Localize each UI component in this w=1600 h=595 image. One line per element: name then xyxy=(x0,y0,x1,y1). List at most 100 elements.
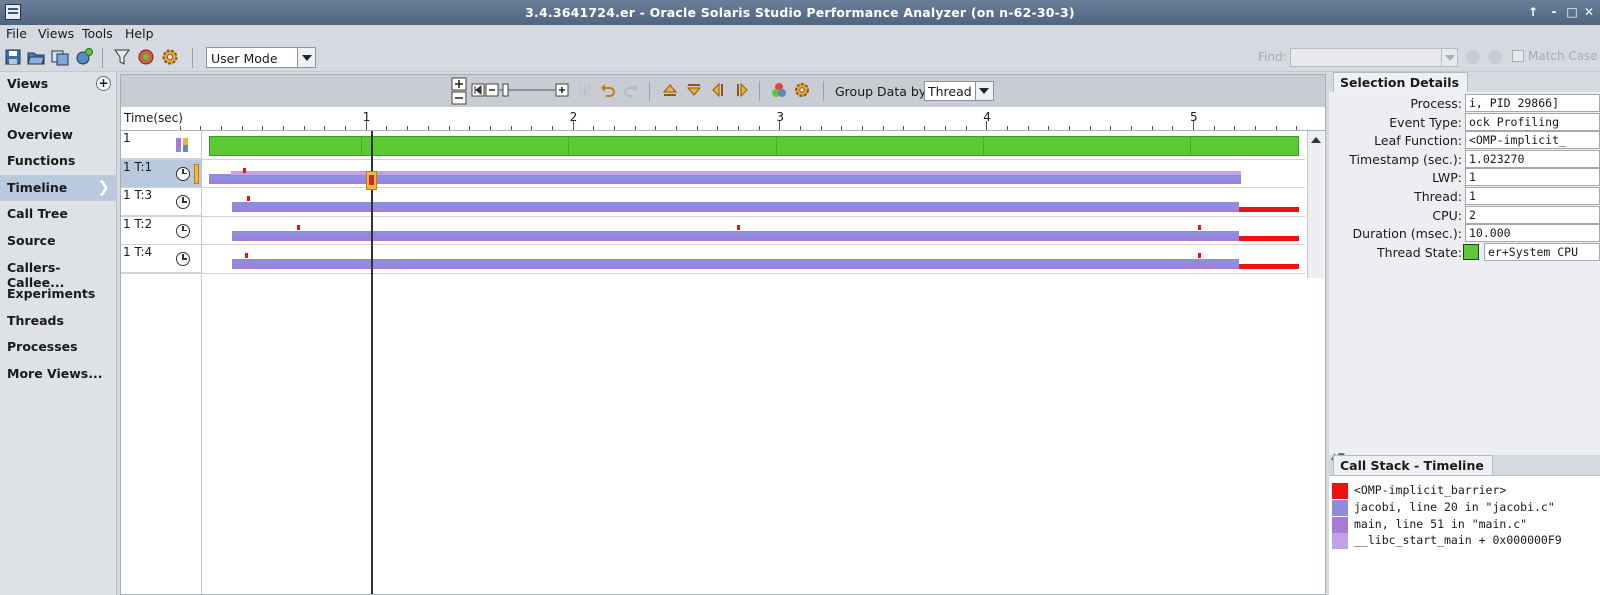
axis-tick xyxy=(986,121,988,130)
thread-callstack-bar[interactable] xyxy=(232,259,1239,270)
sidebar-item-welcome[interactable]: Welcome xyxy=(0,95,117,121)
color-chooser-icon[interactable] xyxy=(771,82,787,98)
axis-tick xyxy=(924,126,926,130)
detail-value-field[interactable]: <OMP-implicit_ xyxy=(1465,131,1600,150)
previous-event-icon[interactable] xyxy=(710,82,726,98)
thread-callstack-bar[interactable] xyxy=(209,173,1241,184)
row-label-text: 1 xyxy=(123,131,131,145)
call-stack-frame[interactable]: main, line 51 in "main.c" xyxy=(1332,516,1598,533)
filter-icon[interactable] xyxy=(113,48,131,66)
sidebar-item-source[interactable]: Source xyxy=(0,228,117,254)
menu-tools[interactable]: Tools xyxy=(82,26,113,41)
menu-views[interactable]: Views xyxy=(38,26,74,41)
add-experiment-icon[interactable] xyxy=(75,48,93,66)
axis-tick xyxy=(489,126,491,130)
barrier-event-mark[interactable] xyxy=(737,224,740,230)
timeline-row-label[interactable]: 1 T:4 xyxy=(121,245,201,274)
barrier-event-mark[interactable] xyxy=(1198,224,1201,230)
zoom-slider[interactable] xyxy=(471,82,571,98)
chevron-down-icon[interactable] xyxy=(297,48,315,67)
selected-row-indicator xyxy=(194,163,199,184)
close-icon[interactable]: ✕ xyxy=(1580,3,1598,21)
find-next-icon[interactable] xyxy=(1488,50,1502,64)
sidebar-item-timeline[interactable]: Timeline ❯ xyxy=(0,174,117,201)
reset-zoom-icon[interactable] xyxy=(577,82,593,98)
restore-up-icon[interactable]: ↑ xyxy=(1524,3,1542,21)
gear-icon[interactable] xyxy=(161,48,179,66)
save-icon[interactable] xyxy=(4,48,22,66)
axis-tick xyxy=(448,126,450,130)
barrier-wait-bar[interactable] xyxy=(1239,235,1299,241)
zoom-in-out-icon[interactable] xyxy=(451,77,467,105)
filter-settings-icon[interactable] xyxy=(137,48,155,66)
minimize-icon[interactable]: ⁃ xyxy=(1545,3,1563,21)
compare-experiments-icon[interactable] xyxy=(51,48,69,66)
undo-icon[interactable] xyxy=(600,82,616,98)
find-input[interactable] xyxy=(1290,48,1458,67)
move-up-icon[interactable] xyxy=(662,82,678,98)
thread-callstack-bar[interactable] xyxy=(232,202,1239,213)
call-stack-body: <OMP-implicit_barrier> jacobi, line 20 in… xyxy=(1329,475,1600,595)
add-view-icon[interactable]: + xyxy=(96,76,111,91)
detail-value-field[interactable]: er+System CPU xyxy=(1484,242,1600,261)
tab-call-stack[interactable]: Call Stack - Timeline xyxy=(1333,455,1493,475)
open-folder-icon[interactable] xyxy=(27,48,45,66)
detail-value-field[interactable]: 1.023270 xyxy=(1465,149,1600,168)
timeline-scrollbar[interactable] xyxy=(1307,131,1324,278)
call-stack-frame[interactable]: <OMP-implicit_barrier> xyxy=(1332,482,1598,499)
checkbox-box[interactable] xyxy=(1512,50,1524,62)
call-stack-frame[interactable]: __libc_start_main + 0x000000F9 xyxy=(1332,532,1598,550)
menu-help[interactable]: Help xyxy=(125,26,154,41)
detail-value-field[interactable]: 10.000 xyxy=(1465,224,1600,243)
cpu-summary-icon xyxy=(176,138,190,152)
detail-value-field[interactable]: i, PID 29866] xyxy=(1465,94,1600,112)
call-stack-frame[interactable]: jacobi, line 20 in "jacobi.c" xyxy=(1332,499,1598,516)
group-data-select[interactable]: Thread xyxy=(924,81,994,101)
sidebar-item-more-views[interactable]: More Views... xyxy=(0,361,117,387)
next-event-icon[interactable] xyxy=(734,82,750,98)
menu-file[interactable]: File xyxy=(6,26,27,41)
redo-icon[interactable] xyxy=(623,82,639,98)
time-cursor-line[interactable] xyxy=(370,131,373,594)
barrier-event-mark[interactable] xyxy=(245,253,248,259)
barrier-event-mark[interactable] xyxy=(297,224,300,230)
barrier-event-mark[interactable] xyxy=(1198,253,1201,259)
detail-value-field[interactable]: ock Profiling xyxy=(1465,112,1600,131)
move-down-icon[interactable] xyxy=(686,82,702,98)
match-case-checkbox[interactable]: Match Case xyxy=(1512,49,1598,63)
frame-text: jacobi, line 20 in "jacobi.c" xyxy=(1354,499,1555,514)
timeline-row-label[interactable]: 1 T:3 xyxy=(121,188,201,217)
barrier-event-mark[interactable] xyxy=(247,196,250,202)
timeline-row-label[interactable]: 1 T:1 xyxy=(121,159,201,188)
sidebar-item-threads[interactable]: Threads xyxy=(0,308,117,334)
view-mode-select[interactable]: User Mode xyxy=(206,47,316,68)
sidebar-item-call-tree[interactable]: Call Tree xyxy=(0,201,117,227)
maximize-icon[interactable]: □ xyxy=(1563,3,1581,21)
sidebar-item-label: Call Tree xyxy=(7,206,68,222)
tab-selection-details[interactable]: Selection Details xyxy=(1333,72,1469,92)
detail-row: Event Type: ock Profiling xyxy=(1329,112,1600,132)
axis-tick xyxy=(1275,126,1277,130)
chevron-down-icon[interactable] xyxy=(1441,49,1457,66)
timeline-row-label[interactable]: 1 T:2 xyxy=(121,217,201,245)
thread-callstack-bar[interactable] xyxy=(231,170,1241,175)
axis-tick xyxy=(903,126,905,130)
thread-callstack-bar[interactable] xyxy=(232,230,1239,241)
sidebar-item-overview[interactable]: Overview xyxy=(0,122,117,148)
detail-value-field[interactable]: 2 xyxy=(1465,205,1600,224)
barrier-wait-bar[interactable] xyxy=(1239,264,1299,270)
sidebar-item-processes[interactable]: Processes xyxy=(0,334,117,360)
barrier-event-mark[interactable] xyxy=(243,167,246,173)
detail-value-field[interactable]: 1 xyxy=(1465,168,1600,187)
sidebar-item-experiments[interactable]: Experiments xyxy=(0,281,117,307)
selected-event-marker[interactable] xyxy=(365,171,377,190)
detail-value-field[interactable]: 1 xyxy=(1465,187,1600,205)
find-previous-icon[interactable] xyxy=(1466,50,1480,64)
chevron-down-icon[interactable] xyxy=(975,82,993,100)
barrier-wait-bar[interactable] xyxy=(1239,207,1299,213)
timeline-settings-icon[interactable] xyxy=(794,82,810,98)
timeline-row-label[interactable]: 1 xyxy=(121,131,201,159)
sidebar-item-callers-callee[interactable]: Callers-Callee... xyxy=(0,255,117,290)
frame-text: __libc_start_main + 0x000000F9 xyxy=(1354,533,1562,548)
sidebar-item-functions[interactable]: Functions xyxy=(0,148,117,174)
